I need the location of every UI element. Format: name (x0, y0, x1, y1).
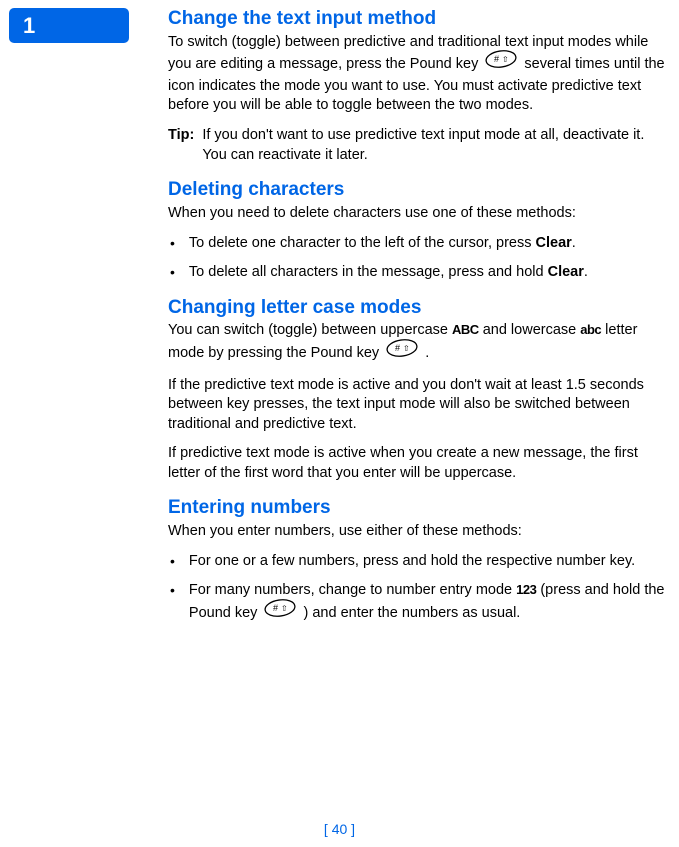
bullet-icon: • (170, 581, 175, 625)
paragraph: To switch (toggle) between predictive an… (168, 33, 670, 116)
abc-upper-icon: ABC (452, 321, 479, 339)
list-item: • To delete one character to the left of… (168, 234, 670, 254)
list-item: • For one or a few numbers, press and ho… (168, 552, 670, 572)
paragraph: If predictive text mode is active when y… (168, 444, 670, 483)
svg-text:⇧: ⇧ (502, 55, 509, 64)
tip-block: Tip: If you don't want to use predictive… (168, 126, 670, 165)
bullet-text: For many numbers, change to number entry… (189, 581, 670, 625)
abc-lower-icon: abc (580, 321, 601, 339)
heading-lettercase: Changing letter case modes (168, 297, 670, 320)
bullet-icon: • (170, 263, 175, 283)
page-content: Change the text input method To switch (… (168, 8, 670, 635)
bullet-text: For one or a few numbers, press and hold… (189, 552, 635, 572)
paragraph: When you enter numbers, use either of th… (168, 522, 670, 542)
bullet-text: To delete one character to the left of t… (189, 234, 576, 254)
paragraph: If the predictive text mode is active an… (168, 376, 670, 435)
bullet-icon: • (170, 552, 175, 572)
heading-change-input: Change the text input method (168, 8, 670, 31)
svg-text:#: # (273, 603, 278, 613)
list-item: • For many numbers, change to number ent… (168, 581, 670, 625)
paragraph: You can switch (toggle) between uppercas… (168, 321, 670, 365)
heading-numbers: Entering numbers (168, 497, 670, 520)
svg-text:#: # (395, 343, 400, 353)
paragraph: When you need to delete characters use o… (168, 204, 670, 224)
list-item: • To delete all characters in the messag… (168, 263, 670, 283)
svg-text:⇧: ⇧ (281, 604, 288, 613)
pound-key-icon: #⇧ (386, 339, 418, 364)
pound-key-icon: #⇧ (264, 599, 296, 624)
tip-label: Tip: (168, 126, 194, 165)
svg-text:#: # (494, 54, 499, 64)
page-number: [ 40 ] (0, 821, 679, 837)
chapter-tab: 1 (9, 8, 129, 43)
bullet-text: To delete all characters in the message,… (189, 263, 588, 283)
tip-text: If you don't want to use predictive text… (202, 126, 670, 165)
svg-text:⇧: ⇧ (403, 344, 410, 353)
pound-key-icon: #⇧ (485, 50, 517, 75)
num-mode-icon: 123 (516, 581, 536, 599)
chapter-number: 1 (23, 13, 35, 39)
heading-deleting: Deleting characters (168, 179, 670, 202)
bullet-icon: • (170, 234, 175, 254)
